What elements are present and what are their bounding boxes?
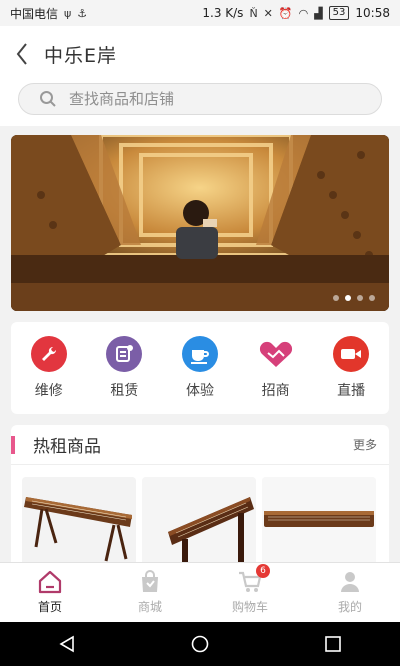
guzheng-image xyxy=(142,477,256,565)
tab-profile[interactable]: 我的 xyxy=(310,570,390,615)
guzheng-image xyxy=(22,477,136,565)
more-link[interactable]: 更多 xyxy=(353,436,377,453)
category-label: 招商 xyxy=(261,383,290,399)
network-speed: 1.3 K/s xyxy=(202,6,244,20)
category-label: 直播 xyxy=(337,383,366,399)
back-button[interactable] xyxy=(0,26,44,82)
wifi-icon: ◠ xyxy=(298,6,309,20)
category-investment[interactable]: 招商 xyxy=(241,336,311,400)
shopping-bag-icon xyxy=(142,570,158,592)
section-title: 热租商品 xyxy=(33,437,101,457)
app-header: 中乐E岸 xyxy=(0,26,400,82)
category-grid: 维修 租赁 体验 招商 直播 xyxy=(11,322,389,414)
user-icon xyxy=(341,572,359,592)
guzheng-image xyxy=(262,477,376,565)
bottom-tab-bar: 首页 商城 6 购物车 我的 xyxy=(0,562,400,622)
category-live[interactable]: 直播 xyxy=(316,336,386,400)
nfc-icon: Ň xyxy=(249,6,258,20)
search-area xyxy=(0,82,400,126)
home-icon xyxy=(38,570,62,594)
carrier-label: 中国电信 xyxy=(10,6,59,21)
signal-icon: ▟ xyxy=(314,6,323,20)
page-title: 中乐E岸 xyxy=(44,44,118,67)
recents-square-icon[interactable] xyxy=(323,634,343,654)
carousel-dot[interactable] xyxy=(333,295,339,301)
tab-label: 购物车 xyxy=(231,600,268,614)
notification-icon: ⚓ xyxy=(77,6,88,20)
tab-cart[interactable]: 6 购物车 xyxy=(210,564,290,615)
back-triangle-icon[interactable] xyxy=(57,634,77,654)
chevron-left-icon xyxy=(16,43,27,65)
handshake-icon xyxy=(257,336,294,372)
tab-label: 我的 xyxy=(337,600,362,614)
banner-image xyxy=(11,135,389,311)
carousel-dot-active[interactable] xyxy=(345,295,351,301)
carousel-dots xyxy=(333,295,375,301)
promo-banner[interactable] xyxy=(11,135,389,311)
product-card[interactable] xyxy=(22,477,136,565)
rent-icon xyxy=(106,336,143,372)
product-card[interactable] xyxy=(262,477,376,565)
clock: 10:58 xyxy=(355,6,390,20)
tab-label: 商城 xyxy=(137,600,162,614)
alarm-icon: ⏰ xyxy=(278,6,293,20)
search-input[interactable] xyxy=(69,90,329,108)
category-rent[interactable]: 租赁 xyxy=(89,336,159,400)
cart-badge: 6 xyxy=(256,564,270,578)
category-label: 体验 xyxy=(185,383,214,399)
tab-mall[interactable]: 商城 xyxy=(110,570,190,615)
hot-rent-section: 热租商品 更多 xyxy=(11,425,389,565)
wrench-icon xyxy=(30,336,67,372)
coffee-icon xyxy=(181,336,218,372)
system-nav-bar xyxy=(0,622,400,666)
battery-indicator: 53 xyxy=(328,6,350,20)
category-experience[interactable]: 体验 xyxy=(165,336,235,400)
video-camera-icon xyxy=(333,336,370,372)
mute-icon: ✕ xyxy=(263,6,273,20)
carousel-dot[interactable] xyxy=(357,295,363,301)
section-header: 热租商品 更多 xyxy=(11,425,389,465)
product-card[interactable] xyxy=(142,477,256,565)
usb-icon: ψ xyxy=(64,6,72,20)
home-circle-icon[interactable] xyxy=(190,634,210,654)
category-label: 维修 xyxy=(34,383,63,399)
search-icon xyxy=(40,91,56,107)
product-list xyxy=(11,465,389,565)
status-bar: 中国电信 ψ ⚓ 1.3 K/s Ň ✕ ⏰ ◠ ▟ 53 10:58 xyxy=(0,0,400,26)
tab-label: 首页 xyxy=(37,600,62,614)
tab-home[interactable]: 首页 xyxy=(10,570,90,615)
carousel-dot[interactable] xyxy=(369,295,375,301)
section-accent-bar xyxy=(11,435,15,454)
category-repair[interactable]: 维修 xyxy=(14,336,84,400)
category-label: 租赁 xyxy=(110,383,139,399)
search-bar[interactable] xyxy=(18,83,382,115)
